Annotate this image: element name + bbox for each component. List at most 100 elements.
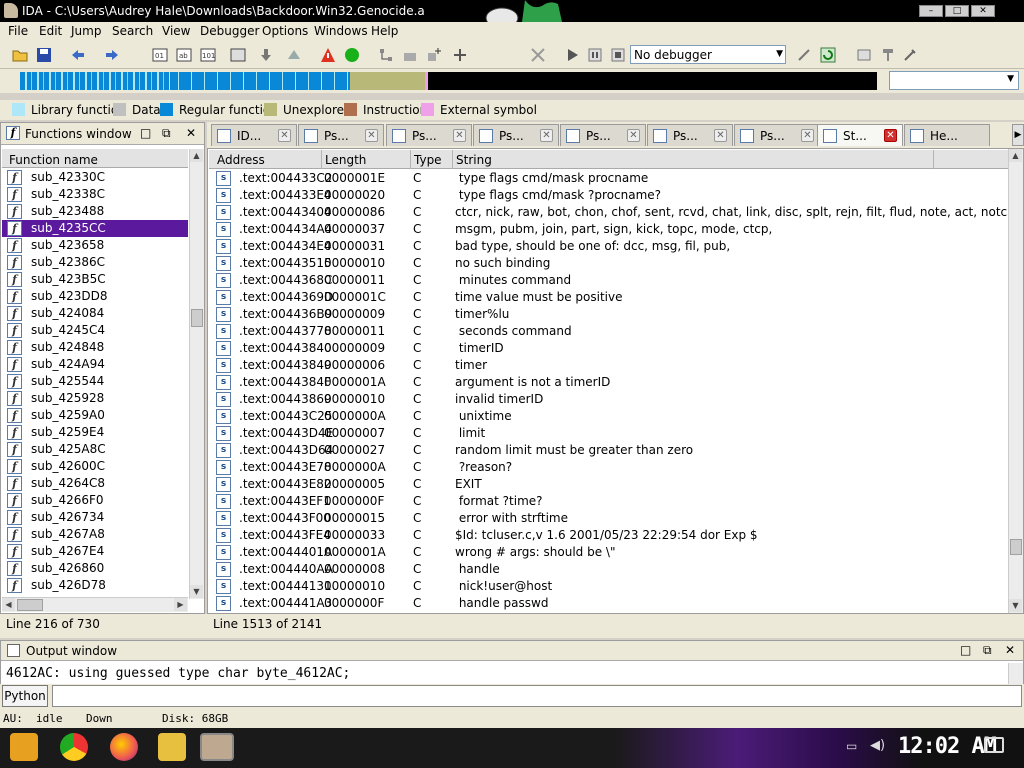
function-list-item[interactable]: f sub_423658 [2, 237, 188, 254]
close-icon[interactable]: ✕ [1005, 643, 1015, 657]
close-tab-icon[interactable]: ✕ [627, 129, 640, 142]
scroll-thumb[interactable] [17, 599, 43, 611]
function-list-item[interactable]: f sub_4235CC [2, 220, 188, 237]
data-view-icon[interactable]: ab [176, 47, 192, 63]
function-list-item[interactable]: f sub_42338C [2, 186, 188, 203]
string-row[interactable]: s .text:00443D4E 00000007 C limit [209, 425, 1008, 442]
function-name-column-header[interactable]: Function name [2, 149, 188, 168]
code-view-icon[interactable]: 101 [200, 47, 216, 63]
close-window-button[interactable]: ✕ [971, 5, 995, 17]
tab-scroll-right-icon[interactable]: ▶ [1012, 124, 1024, 146]
string-row[interactable]: s .text:004440AA 00000008 C handle [209, 561, 1008, 578]
function-list-item[interactable]: f sub_423488 [2, 203, 188, 220]
refresh-icon[interactable] [820, 47, 836, 63]
menu-windows[interactable]: Windows [314, 24, 368, 38]
float-window-icon[interactable]: □ [140, 126, 151, 140]
stop-icon[interactable] [610, 47, 626, 63]
string-row[interactable]: s .text:004434A4 00000037 Cmsgm, pubm, join… [209, 221, 1008, 238]
scroll-up-icon[interactable]: ▲ [1009, 149, 1022, 162]
pause-icon[interactable] [587, 47, 603, 63]
volume-icon[interactable]: ◀) [870, 738, 885, 753]
functions-horizontal-scrollbar[interactable]: ◀ ▶ [2, 597, 188, 612]
maximize-button[interactable]: □ [945, 5, 969, 17]
file-explorer-icon[interactable] [158, 733, 186, 761]
string-row[interactable]: s .text:00443E82 00000005 C EXIT [209, 476, 1008, 493]
tools-icon[interactable] [902, 47, 918, 63]
string-row[interactable]: s .text:00443D64 00000027 Crandom limit mus… [209, 442, 1008, 459]
tab-3[interactable]: Ps... ✕ [473, 124, 559, 146]
function-list-item[interactable]: f sub_423B5C [2, 271, 188, 288]
struct-icon[interactable] [230, 47, 246, 63]
add-node-icon[interactable] [426, 47, 442, 63]
close-icon[interactable]: ✕ [186, 126, 196, 140]
string-row[interactable]: s .text:004441A3 0000000F C handle passwd [209, 595, 1008, 612]
string-row[interactable]: s .text:00444131 00000010 C nick!user@host [209, 578, 1008, 595]
command-input[interactable] [52, 685, 1022, 707]
pin-icon[interactable] [880, 47, 896, 63]
chrome-icon[interactable] [60, 733, 88, 761]
window-list-icon[interactable] [856, 47, 872, 63]
scroll-down-icon[interactable]: ▼ [190, 585, 203, 598]
scroll-down-icon[interactable]: ▼ [1009, 599, 1022, 612]
string-row[interactable]: s .text:00443778 00000011 C seconds command [209, 323, 1008, 340]
menu-view[interactable]: View [162, 24, 190, 38]
graph-icon[interactable] [378, 47, 394, 63]
close-tab-icon[interactable]: ✕ [884, 129, 897, 142]
string-row[interactable]: s .text:00443F00 00000015 C error with strf… [209, 510, 1008, 527]
scroll-up-icon[interactable]: ▲ [190, 149, 203, 162]
output-scrollbar[interactable] [1008, 663, 1023, 685]
jump-down-icon[interactable] [258, 47, 274, 63]
string-row[interactable]: s .text:00443869 00000010 Cinvalid timerID [209, 391, 1008, 408]
back-arrow-icon[interactable] [70, 47, 86, 63]
menu-file[interactable]: File [8, 24, 28, 38]
string-row[interactable]: s .text:00443849 00000006 Ctimer [209, 357, 1008, 374]
string-row[interactable]: s .text:004433C2 0000001E C type flags cmd/… [209, 170, 1008, 187]
close-tab-icon[interactable]: ✕ [714, 129, 727, 142]
menu-search[interactable]: Search [112, 24, 153, 38]
string-row[interactable]: s .text:00443404 00000086 Cctcr, nick, raw,… [209, 204, 1008, 221]
float-window-icon[interactable]: □ [960, 643, 971, 657]
function-list-item[interactable]: f sub_425928 [2, 390, 188, 407]
segment-select[interactable]: ▼ [889, 71, 1019, 90]
minimize-button[interactable]: – [919, 5, 943, 17]
function-list-item[interactable]: f sub_4245C4 [2, 322, 188, 339]
close-tab-icon[interactable]: ✕ [801, 129, 814, 142]
close-tab-icon[interactable]: ✕ [540, 129, 553, 142]
network-icon[interactable]: ▭ [846, 739, 857, 753]
string-row[interactable]: s .text:00443E78 0000000A C ?reason? [209, 459, 1008, 476]
function-list-item[interactable]: f sub_42386C [2, 254, 188, 271]
restore-window-icon[interactable]: ⧉ [983, 643, 992, 658]
warning-icon[interactable] [320, 47, 336, 63]
debugger-select[interactable]: No debugger ▼ [630, 45, 786, 64]
string-row[interactable]: s .text:0044384F 0000001A Cargument is not … [209, 374, 1008, 391]
string-row[interactable]: s .text:00443515 00000010 Cno such binding [209, 255, 1008, 272]
play-icon[interactable] [564, 47, 580, 63]
strings-vertical-scrollbar[interactable]: ▲ ▼ [1008, 149, 1023, 613]
forward-arrow-icon[interactable] [104, 47, 120, 63]
close-tab-icon[interactable]: ✕ [453, 129, 466, 142]
menu-debugger[interactable]: Debugger [200, 24, 259, 38]
function-list-item[interactable]: f sub_4267A8 [2, 526, 188, 543]
notifications-icon[interactable] [984, 737, 1004, 753]
tab-5[interactable]: Ps... ✕ [647, 124, 733, 146]
column-header-type[interactable]: Type [414, 153, 442, 167]
menu-jump[interactable]: Jump [71, 24, 101, 38]
ida-taskbar-icon[interactable] [200, 733, 234, 761]
string-row[interactable]: s .text:0044401A 0000001A Cwrong # args: sh… [209, 544, 1008, 561]
tab-4[interactable]: Ps... ✕ [560, 124, 646, 146]
function-list-item[interactable]: f sub_426734 [2, 509, 188, 526]
string-row[interactable]: s .text:004434E4 00000031 Cbad type, should… [209, 238, 1008, 255]
tab-1[interactable]: Ps... ✕ [298, 124, 384, 146]
tab-6[interactable]: Ps... ✕ [734, 124, 820, 146]
add-icon[interactable] [452, 47, 468, 63]
tab-8[interactable]: He... [904, 124, 990, 146]
string-row[interactable]: s .text:00443C25 0000000A C unixtime [209, 408, 1008, 425]
tab-0[interactable]: ID... ✕ [211, 124, 297, 146]
firefox-icon[interactable] [110, 733, 138, 761]
graph-overview-icon[interactable] [402, 47, 418, 63]
navigation-band[interactable] [20, 72, 877, 90]
menu-help[interactable]: Help [371, 24, 398, 38]
string-row[interactable]: s .text:00443EF1 0000000F C format ?time? [209, 493, 1008, 510]
string-row[interactable]: s .text:004433E4 00000020 C type flags cmd/… [209, 187, 1008, 204]
hex-view-icon[interactable]: 01 [152, 47, 168, 63]
